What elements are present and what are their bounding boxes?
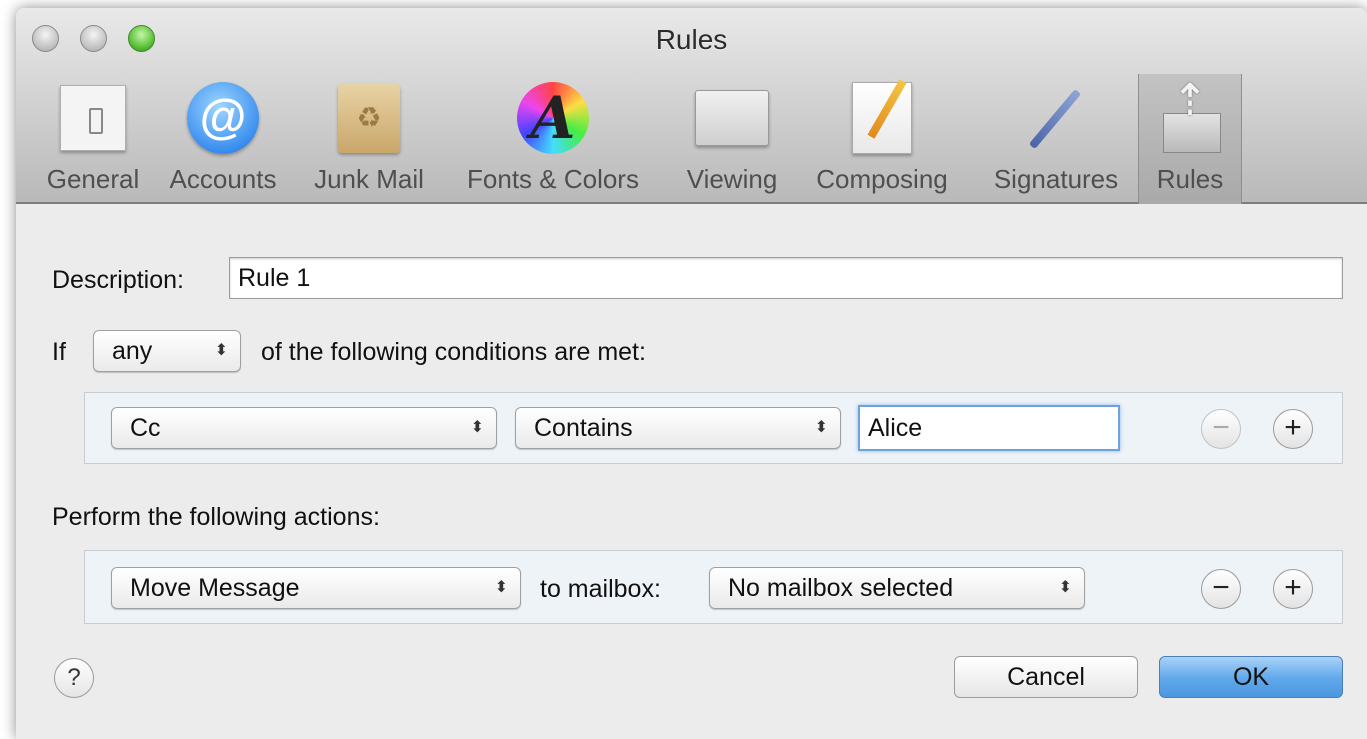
toolbar-item-label: Rules — [1156, 164, 1224, 194]
add-condition-button[interactable]: + — [1273, 409, 1313, 449]
signature-pen-icon — [1018, 80, 1094, 156]
condition-field-popup[interactable]: Cc ⬍ — [111, 407, 497, 449]
remove-condition-button[interactable]: − — [1201, 409, 1241, 449]
ok-button[interactable]: OK — [1159, 656, 1343, 698]
conditions-suffix-label: of the following conditions are met: — [261, 338, 646, 366]
toolbar-item-accounts[interactable]: @ Accounts — [158, 74, 288, 204]
toolbar-item-general[interactable]: General — [28, 74, 158, 204]
toolbar-item-label: Junk Mail — [314, 164, 424, 194]
toolbar-item-rules[interactable]: Rules — [1138, 74, 1242, 204]
add-action-button[interactable]: + — [1273, 569, 1313, 609]
composing-pencil-icon — [844, 80, 920, 156]
toolbar-item-junk-mail[interactable]: ♻ Junk Mail — [298, 74, 440, 204]
toolbar-item-viewing[interactable]: Viewing — [668, 74, 796, 204]
toolbar-item-label: General — [46, 164, 140, 194]
popup-arrows-icon: ⬍ — [814, 419, 828, 436]
toolbar-item-label: Viewing — [686, 164, 778, 194]
condition-operator-popup[interactable]: Contains ⬍ — [515, 407, 841, 449]
general-switch-icon — [55, 80, 131, 156]
title-toolbar-area: Rules General @ Accounts ♻ Junk Mail A F… — [16, 8, 1367, 204]
action-type-value: Move Message — [130, 574, 300, 602]
cancel-button[interactable]: Cancel — [954, 656, 1138, 698]
actions-header: Perform the following actions: — [52, 503, 380, 531]
remove-action-button[interactable]: − — [1201, 569, 1241, 609]
toolbar-item-signatures[interactable]: Signatures — [976, 74, 1136, 204]
rules-mailbox-arrows-icon — [1152, 75, 1228, 156]
match-any-all-popup[interactable]: any ⬍ — [93, 330, 241, 372]
toolbar-item-composing[interactable]: Composing — [802, 74, 962, 204]
condition-value-field[interactable] — [858, 405, 1120, 451]
condition-operator-value: Contains — [534, 414, 633, 442]
toolbar-item-fonts-colors[interactable]: A Fonts & Colors — [450, 74, 656, 204]
viewing-glasses-icon — [694, 80, 770, 156]
condition-field-value: Cc — [130, 414, 161, 442]
rules-dialog-window: Rules General @ Accounts ♻ Junk Mail A F… — [16, 8, 1367, 739]
match-popup-value: any — [112, 337, 153, 365]
fonts-color-wheel-icon: A — [515, 80, 591, 156]
popup-arrows-icon: ⬍ — [1058, 579, 1072, 596]
mailbox-popup[interactable]: No mailbox selected ⬍ — [709, 567, 1085, 609]
condition-row: Cc ⬍ Contains ⬍ − + — [84, 392, 1343, 464]
if-label: If — [52, 338, 66, 366]
action-row: Move Message ⬍ to mailbox: No mailbox se… — [84, 550, 1343, 624]
junk-mail-bin-icon: ♻ — [331, 80, 407, 156]
help-button[interactable]: ? — [54, 658, 94, 698]
toolbar-item-label: Accounts — [169, 164, 277, 194]
description-label: Description: — [52, 266, 184, 294]
description-field[interactable] — [229, 257, 1343, 299]
popup-arrows-icon: ⬍ — [470, 419, 484, 436]
toolbar-item-label: Composing — [816, 164, 948, 194]
window-title: Rules — [655, 24, 728, 55]
mailbox-value: No mailbox selected — [728, 574, 954, 602]
at-sign-icon: @ — [185, 80, 261, 156]
action-type-popup[interactable]: Move Message ⬍ — [111, 567, 521, 609]
toolbar-item-label: Signatures — [993, 164, 1119, 194]
popup-arrows-icon: ⬍ — [214, 342, 228, 359]
toolbar-item-label: Fonts & Colors — [467, 164, 639, 194]
to-mailbox-label: to mailbox: — [540, 575, 661, 603]
popup-arrows-icon: ⬍ — [494, 579, 508, 596]
